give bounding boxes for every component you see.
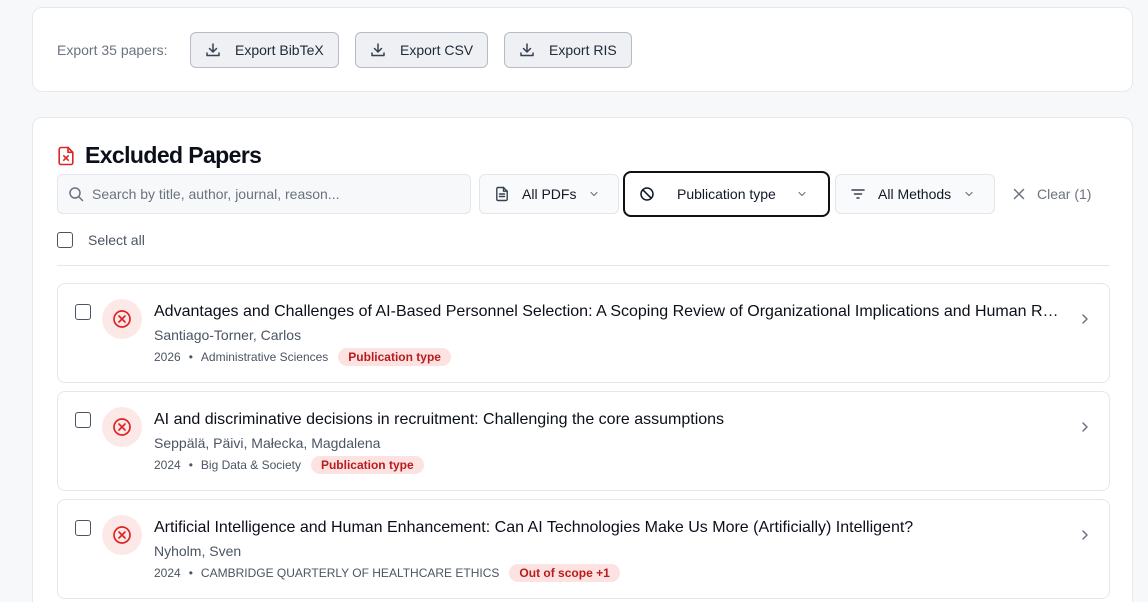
export-ris-button[interactable]: Export RIS <box>504 32 632 68</box>
select-all-row[interactable]: Select all <box>57 232 145 248</box>
chevron-down-icon <box>965 191 973 197</box>
divider <box>57 265 1110 266</box>
document-icon <box>496 186 508 202</box>
export-count-label: Export 35 papers: <box>57 42 168 58</box>
meta-separator: • <box>188 350 193 364</box>
pdf-filter-dropdown[interactable]: All PDFs <box>479 174 619 214</box>
paper-journal: Big Data & Society <box>200 458 301 472</box>
paper-authors: Seppälä, Päivi, Małecka, Magdalena <box>154 435 381 451</box>
exclusion-reason-badge: Publication type <box>338 348 451 366</box>
clear-filters-label: Clear (1) <box>1037 186 1092 202</box>
download-icon <box>206 43 220 57</box>
clear-filters-button[interactable]: Clear (1) <box>1013 186 1091 202</box>
excluded-status-icon <box>102 299 142 339</box>
paper-authors: Nyholm, Sven <box>154 543 242 559</box>
meta-separator: • <box>188 458 193 472</box>
select-all-checkbox[interactable] <box>57 232 73 248</box>
excluded-status-icon <box>102 407 142 447</box>
download-icon <box>371 43 385 57</box>
ban-icon <box>640 187 654 201</box>
paper-meta: 2024 • Big Data & Society Publication ty… <box>154 456 424 474</box>
export-panel: Export 35 papers: Export BibTeX Export C… <box>32 7 1133 92</box>
publication-type-filter-label: Publication type <box>677 186 776 202</box>
methods-filter-dropdown[interactable]: All Methods <box>835 174 995 214</box>
paper-meta: 2024 • CAMBRIDGE QUARTERLY OF HEALTHCARE… <box>154 564 620 582</box>
publication-type-filter-dropdown[interactable]: Publication type <box>623 171 830 217</box>
paper-checkbox[interactable] <box>75 520 91 536</box>
exclusion-reason-badge: Out of scope +1 <box>509 564 620 582</box>
excluded-papers-panel: Excluded Papers All PDFs Publication typ… <box>32 117 1133 602</box>
paper-year: 2024 <box>154 458 181 472</box>
chevron-right-icon[interactable] <box>1078 420 1092 434</box>
select-all-label: Select all <box>88 232 145 248</box>
paper-meta: 2026 • Administrative Sciences Publicati… <box>154 348 451 366</box>
export-bibtex-button[interactable]: Export BibTeX <box>190 32 339 68</box>
meta-separator: • <box>188 566 193 580</box>
chevron-right-icon[interactable] <box>1078 528 1092 542</box>
chevron-down-icon <box>590 191 599 197</box>
chevron-down-icon <box>798 191 806 197</box>
export-csv-label: Export CSV <box>400 42 474 58</box>
close-icon <box>1013 188 1025 200</box>
excluded-status-icon <box>102 515 142 555</box>
paper-item[interactable]: Artificial Intelligence and Human Enhanc… <box>57 499 1110 599</box>
export-csv-button[interactable]: Export CSV <box>355 32 489 68</box>
export-bibtex-label: Export BibTeX <box>235 42 324 58</box>
x-circle-icon <box>113 418 131 436</box>
paper-year: 2024 <box>154 566 181 580</box>
pdf-filter-label: All PDFs <box>522 186 577 202</box>
search-icon <box>69 187 84 202</box>
download-icon <box>520 43 534 57</box>
paper-item[interactable]: AI and discriminative decisions in recru… <box>57 391 1110 491</box>
paper-checkbox[interactable] <box>75 304 91 320</box>
search-input[interactable] <box>92 186 452 202</box>
x-circle-icon <box>113 526 131 544</box>
exclusion-reason-badge: Publication type <box>310 456 424 474</box>
paper-item[interactable]: Advantages and Challenges of AI-Based Pe… <box>57 283 1110 383</box>
paper-checkbox[interactable] <box>75 412 91 428</box>
methods-filter-label: All Methods <box>878 186 952 202</box>
paper-year: 2026 <box>154 350 181 364</box>
file-x-icon <box>58 146 74 165</box>
paper-authors: Santiago-Torner, Carlos <box>154 327 302 343</box>
paper-journal: Administrative Sciences <box>200 350 329 364</box>
paper-title[interactable]: Artificial Intelligence and Human Enhanc… <box>154 519 1066 537</box>
search-box <box>57 174 471 214</box>
filter-icon <box>851 189 865 199</box>
section-title: Excluded Papers <box>57 142 262 169</box>
export-ris-label: Export RIS <box>549 42 617 58</box>
paper-title[interactable]: AI and discriminative decisions in recru… <box>154 411 1066 429</box>
chevron-right-icon[interactable] <box>1078 312 1092 326</box>
section-title-text: Excluded Papers <box>85 142 262 168</box>
paper-title[interactable]: Advantages and Challenges of AI-Based Pe… <box>154 303 1066 321</box>
paper-journal: CAMBRIDGE QUARTERLY OF HEALTHCARE ETHICS <box>200 566 500 580</box>
x-circle-icon <box>113 310 131 328</box>
